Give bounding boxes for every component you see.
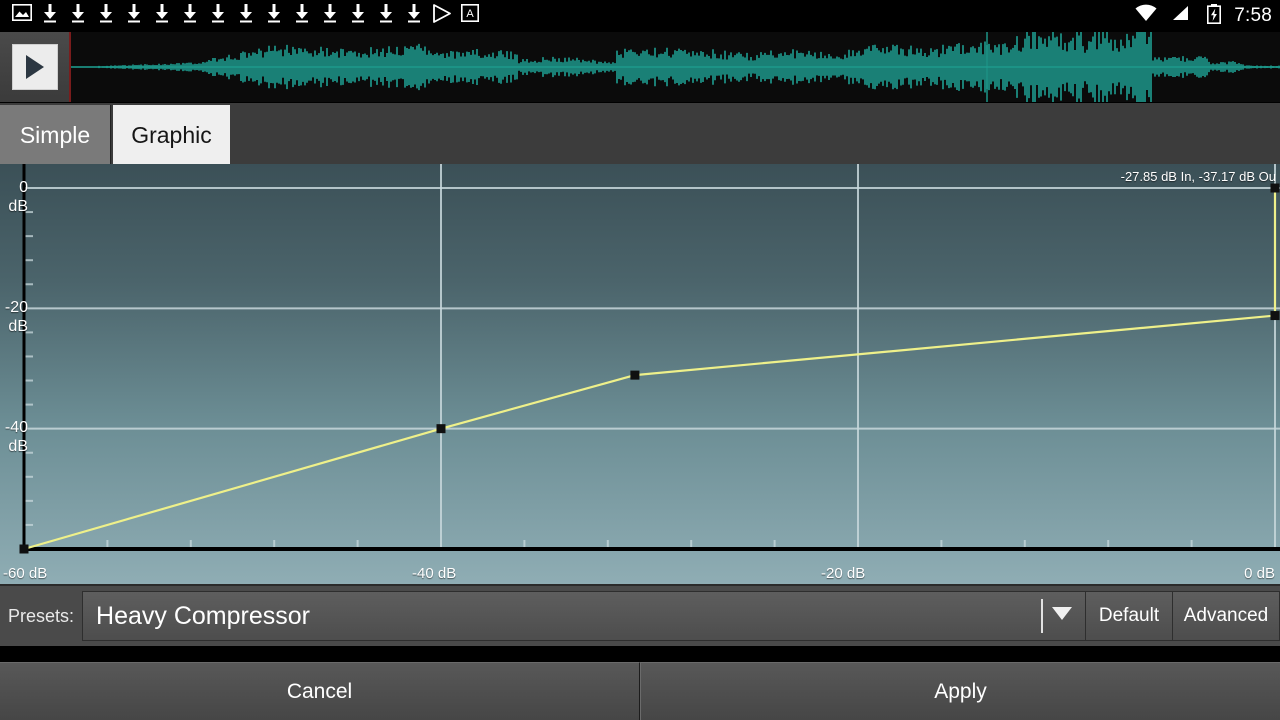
transfer-curve-graph[interactable]: -27.85 dB In, -37.17 dB Ou 0 dB -20 dB -… (0, 164, 1280, 584)
download-icon (372, 4, 400, 28)
y-axis-label-0: 0 dB (0, 178, 28, 216)
status-bar-notification-icons: A (0, 4, 484, 28)
download-icon (176, 4, 204, 28)
advanced-button[interactable]: Advanced (1173, 591, 1280, 641)
apply-button-label: Apply (934, 680, 987, 704)
dialog-footer: Cancel Apply (0, 662, 1280, 720)
preset-dropdown-caret[interactable] (1027, 592, 1085, 640)
chevron-down-icon (1052, 607, 1072, 625)
transport-strip (0, 32, 1280, 102)
x-axis-label-40: -40 dB (412, 565, 456, 582)
curve-handle[interactable] (437, 424, 446, 433)
download-icon (120, 4, 148, 28)
cancel-button-label: Cancel (287, 680, 352, 704)
status-bar-system-icons: 7:58 (1132, 4, 1280, 28)
download-icon (260, 4, 288, 28)
apply-button[interactable]: Apply (640, 662, 1280, 720)
play-icon (12, 44, 58, 90)
svg-text:A: A (466, 8, 474, 20)
image-icon (8, 4, 36, 28)
default-button[interactable]: Default (1086, 591, 1173, 641)
advanced-button-label: Advanced (1184, 605, 1269, 627)
tab-simple[interactable]: Simple (0, 105, 111, 165)
tab-graphic-label: Graphic (131, 122, 212, 149)
x-axis-label-20: -20 dB (821, 565, 865, 582)
tab-simple-label: Simple (20, 122, 90, 149)
tab-graphic[interactable]: Graphic (113, 105, 230, 165)
cancel-button[interactable]: Cancel (0, 662, 640, 720)
status-bar: A 7:58 (0, 0, 1280, 32)
download-icon (400, 4, 428, 28)
status-bar-clock: 7:58 (1234, 5, 1272, 27)
y-axis-label-40: -40 dB (0, 418, 28, 456)
download-icon (64, 4, 92, 28)
signal-icon (1166, 4, 1194, 28)
play-button[interactable] (0, 32, 71, 102)
download-icon (288, 4, 316, 28)
presets-row: Presets: Heavy Compressor Default Advanc… (0, 584, 1280, 646)
graph-readout: -27.85 dB In, -37.17 dB Ou (1121, 169, 1276, 184)
curve-handle[interactable] (1271, 311, 1280, 320)
download-icon (204, 4, 232, 28)
preset-dropdown[interactable]: Heavy Compressor (82, 591, 1086, 641)
default-button-label: Default (1099, 605, 1159, 627)
waveform-canvas (71, 32, 1280, 102)
mode-tab-bar: Simple Graphic (0, 102, 1280, 164)
download-icon (36, 4, 64, 28)
wifi-icon (1132, 4, 1160, 28)
download-icon (92, 4, 120, 28)
x-axis-label-0: 0 dB (1244, 565, 1275, 582)
presets-label: Presets: (0, 606, 82, 627)
preset-selected-value: Heavy Compressor (83, 602, 310, 631)
download-icon (232, 4, 260, 28)
curve-handle[interactable] (1271, 184, 1280, 193)
x-axis-label-60: -60 dB (3, 565, 47, 582)
curve-handle[interactable] (20, 545, 29, 554)
curve-handle[interactable] (630, 371, 639, 380)
dropdown-divider (1041, 599, 1043, 633)
download-icon (148, 4, 176, 28)
waveform-display[interactable] (71, 32, 1280, 102)
download-icon (344, 4, 372, 28)
battery-charging-icon (1200, 4, 1228, 28)
play-store-icon (428, 4, 456, 28)
y-axis-label-20: -20 dB (0, 298, 28, 336)
letter-a-icon: A (456, 4, 484, 28)
graph-canvas (0, 164, 1280, 584)
download-icon (316, 4, 344, 28)
